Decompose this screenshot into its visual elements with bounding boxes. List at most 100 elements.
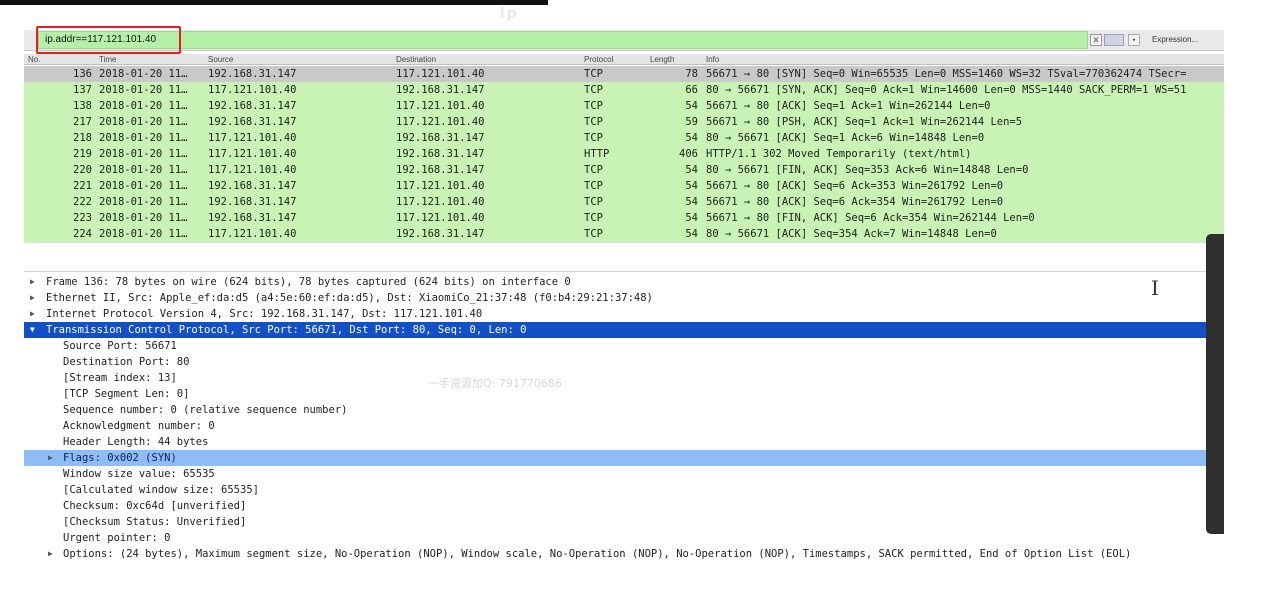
packet-no: 224	[73, 228, 92, 240]
packet-protocol: TCP	[584, 100, 603, 112]
tree-frame[interactable]: ▶ Frame 136: 78 bytes on wire (624 bits)…	[24, 274, 1224, 290]
expand-arrow-icon[interactable]: ▶	[30, 290, 35, 306]
column-time[interactable]: Time	[99, 54, 116, 65]
packet-time: 2018-01-20 11…	[99, 84, 188, 96]
packet-row[interactable]: 218 2018-01-20 11… 117.121.101.40 192.16…	[24, 130, 1224, 146]
packet-source: 192.168.31.147	[208, 68, 297, 80]
packet-length: 54	[685, 164, 698, 176]
packet-list: 136 2018-01-20 11… 192.168.31.147 117.12…	[24, 66, 1224, 242]
packet-source: 117.121.101.40	[208, 132, 297, 144]
column-length[interactable]: Length	[650, 54, 674, 65]
packet-info: HTTP/1.1 302 Moved Temporarily (text/htm…	[706, 148, 972, 160]
packet-row[interactable]: 223 2018-01-20 11… 192.168.31.147 117.12…	[24, 210, 1224, 226]
tcp-field-checksum-status[interactable]: [Checksum Status: Unverified]	[24, 514, 1224, 530]
expand-arrow-icon[interactable]: ▶	[48, 450, 53, 466]
tcp-field-checksum[interactable]: Checksum: 0xc64d [unverified]	[24, 498, 1224, 514]
tcp-field-header-len[interactable]: Header Length: 44 bytes	[24, 434, 1224, 450]
field-label: Destination Port: 80	[63, 356, 190, 368]
tcp-field-urgent[interactable]: Urgent pointer: 0	[24, 530, 1224, 546]
filter-history-dropdown-icon[interactable]: ▾	[1128, 34, 1140, 46]
tree-ip[interactable]: ▶ Internet Protocol Version 4, Src: 192.…	[24, 306, 1224, 322]
packet-no: 219	[73, 148, 92, 160]
packet-info: 56671 → 80 [ACK] Seq=1 Ack=1 Win=262144 …	[706, 100, 991, 112]
pane-splitter[interactable]	[24, 242, 1224, 272]
column-info[interactable]: Info	[706, 54, 719, 65]
packet-row[interactable]: 221 2018-01-20 11… 192.168.31.147 117.12…	[24, 178, 1224, 194]
tcp-field-calc-window[interactable]: [Calculated window size: 65535]	[24, 482, 1224, 498]
packet-source: 192.168.31.147	[208, 196, 297, 208]
packet-source: 117.121.101.40	[208, 84, 297, 96]
packet-destination: 117.121.101.40	[396, 212, 485, 224]
packet-no: 222	[73, 196, 92, 208]
expand-arrow-icon[interactable]: ▶	[48, 546, 53, 562]
display-filter-bar: ip.addr==117.121.101.40 ✕ ▾ Expression..…	[24, 26, 1224, 54]
tcp-field-seq[interactable]: Sequence number: 0 (relative sequence nu…	[24, 402, 1224, 418]
tcp-field-options[interactable]: ▶ Options: (24 bytes), Maximum segment s…	[24, 546, 1224, 562]
tcp-field-dst-port[interactable]: Destination Port: 80	[24, 354, 1224, 370]
collapse-arrow-icon[interactable]: ▼	[30, 322, 35, 338]
packet-no: 223	[73, 212, 92, 224]
column-protocol[interactable]: Protocol	[584, 54, 613, 65]
packet-no: 221	[73, 180, 92, 192]
column-destination[interactable]: Destination	[396, 54, 436, 65]
packet-length: 406	[679, 148, 698, 160]
column-source[interactable]: Source	[208, 54, 233, 65]
packet-protocol: TCP	[584, 116, 603, 128]
tcp-field-window[interactable]: Window size value: 65535	[24, 466, 1224, 482]
packet-row[interactable]: 219 2018-01-20 11… 117.121.101.40 192.16…	[24, 146, 1224, 162]
tree-ethernet[interactable]: ▶ Ethernet II, Src: Apple_ef:da:d5 (a4:5…	[24, 290, 1224, 306]
field-label: Acknowledgment number: 0	[63, 420, 215, 432]
tree-frame-label: Frame 136: 78 bytes on wire (624 bits), …	[46, 276, 571, 288]
text-cursor-icon: I	[1151, 276, 1159, 300]
clear-filter-icon[interactable]: ✕	[1090, 34, 1102, 46]
packet-protocol: TCP	[584, 132, 603, 144]
packet-time: 2018-01-20 11…	[99, 148, 188, 160]
packet-row[interactable]: 138 2018-01-20 11… 192.168.31.147 117.12…	[24, 98, 1224, 114]
packet-row[interactable]: 222 2018-01-20 11… 192.168.31.147 117.12…	[24, 194, 1224, 210]
field-label: Sequence number: 0 (relative sequence nu…	[63, 404, 348, 416]
packet-destination: 117.121.101.40	[396, 116, 485, 128]
packet-row[interactable]: 220 2018-01-20 11… 117.121.101.40 192.16…	[24, 162, 1224, 178]
tree-ethernet-label: Ethernet II, Src: Apple_ef:da:d5 (a4:5e:…	[46, 292, 653, 304]
tcp-field-segment-len[interactable]: [TCP Segment Len: 0]	[24, 386, 1224, 402]
packet-length: 66	[685, 84, 698, 96]
packet-source: 192.168.31.147	[208, 212, 297, 224]
video-side-panel	[1206, 234, 1224, 534]
tcp-field-flags[interactable]: ▶ Flags: 0x002 (SYN)	[24, 450, 1224, 466]
column-no[interactable]: No.	[28, 54, 40, 65]
packet-row[interactable]: 137 2018-01-20 11… 117.121.101.40 192.16…	[24, 82, 1224, 98]
expand-arrow-icon[interactable]: ▶	[30, 306, 35, 322]
packet-info: 56671 → 80 [ACK] Seq=6 Ack=353 Win=26179…	[706, 180, 1004, 192]
packet-destination: 192.168.31.147	[396, 148, 485, 160]
packet-length: 54	[685, 100, 698, 112]
apply-filter-button[interactable]	[1104, 34, 1124, 46]
tcp-field-stream-index[interactable]: [Stream index: 13]	[24, 370, 1224, 386]
packet-length: 54	[685, 212, 698, 224]
packet-destination: 117.121.101.40	[396, 180, 485, 192]
display-filter-input[interactable]: ip.addr==117.121.101.40	[38, 31, 1088, 49]
packet-row[interactable]: 224 2018-01-20 11… 117.121.101.40 192.16…	[24, 226, 1224, 242]
tree-tcp[interactable]: ▼ Transmission Control Protocol, Src Por…	[24, 322, 1224, 338]
tcp-field-src-port[interactable]: Source Port: 56671	[24, 338, 1224, 354]
field-label: Urgent pointer: 0	[63, 532, 171, 544]
packet-protocol: TCP	[584, 164, 603, 176]
tcp-field-ack[interactable]: Acknowledgment number: 0	[24, 418, 1224, 434]
packet-no: 218	[73, 132, 92, 144]
packet-row[interactable]: 217 2018-01-20 11… 192.168.31.147 117.12…	[24, 114, 1224, 130]
packet-info: 56671 → 80 [FIN, ACK] Seq=6 Ack=354 Win=…	[706, 212, 1035, 224]
field-label: [Stream index: 13]	[63, 372, 177, 384]
packet-info: 56671 → 80 [SYN] Seq=0 Win=65535 Len=0 M…	[706, 68, 1187, 80]
packet-time: 2018-01-20 11…	[99, 68, 188, 80]
field-label: Options: (24 bytes), Maximum segment siz…	[63, 548, 1132, 560]
packet-info: 80 → 56671 [SYN, ACK] Seq=0 Ack=1 Win=14…	[706, 84, 1187, 96]
packet-row[interactable]: 136 2018-01-20 11… 192.168.31.147 117.12…	[24, 66, 1224, 82]
packet-destination: 192.168.31.147	[396, 228, 485, 240]
tree-ip-label: Internet Protocol Version 4, Src: 192.16…	[46, 308, 483, 320]
expression-button[interactable]: Expression...	[1152, 35, 1198, 44]
packet-source: 117.121.101.40	[208, 228, 297, 240]
tree-tcp-label: Transmission Control Protocol, Src Port:…	[46, 324, 527, 336]
expand-arrow-icon[interactable]: ▶	[30, 274, 35, 290]
packet-protocol: TCP	[584, 84, 603, 96]
packet-time: 2018-01-20 11…	[99, 212, 188, 224]
packet-protocol: TCP	[584, 180, 603, 192]
